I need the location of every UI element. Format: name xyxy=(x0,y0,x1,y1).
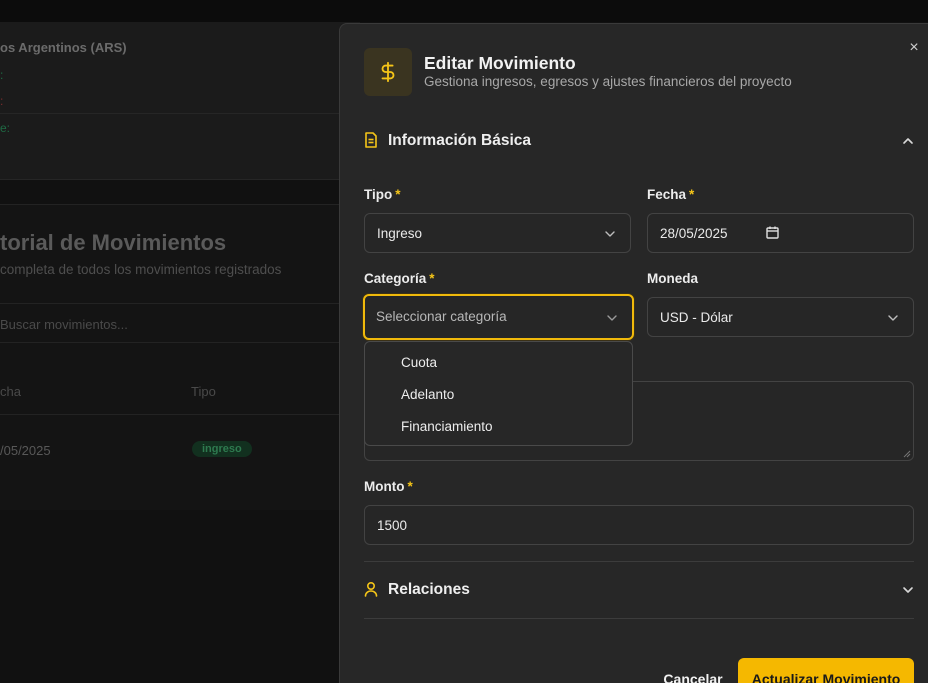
monto-label-text: Monto xyxy=(364,479,405,494)
chevron-up-icon xyxy=(902,134,914,146)
option-cuota[interactable]: Cuota xyxy=(401,355,437,370)
tipo-label: Tipo * xyxy=(364,187,401,202)
chevron-down-icon xyxy=(604,228,616,240)
dialog-subtitle: Gestiona ingresos, egresos y ajustes fin… xyxy=(424,74,792,89)
option-financiamiento[interactable]: Financiamiento xyxy=(401,419,493,434)
summary-label-2: : xyxy=(0,94,4,108)
required-mark: * xyxy=(689,187,695,202)
table-header-tipo: Tipo xyxy=(191,384,216,399)
history-title: torial de Movimientos xyxy=(0,230,227,255)
section-relaciones-header[interactable]: Relaciones xyxy=(364,578,914,602)
moneda-value: USD - Dólar xyxy=(660,310,733,325)
divider xyxy=(364,618,914,619)
chevron-down-icon xyxy=(902,583,914,595)
history-subtitle: completa de todos los movimientos regist… xyxy=(0,262,282,277)
summary-label-3: e: xyxy=(0,121,11,135)
search-input[interactable]: Buscar movimientos... xyxy=(0,303,360,343)
fecha-input[interactable]: 28/05/2025 xyxy=(647,213,914,253)
divider xyxy=(0,113,360,114)
table-header-fecha: cha xyxy=(0,384,21,399)
status-badge: ingreso xyxy=(192,441,252,457)
user-icon xyxy=(364,581,380,599)
section-basic-info-label: Información Básica xyxy=(388,132,531,149)
table-cell-fecha: /05/2025 xyxy=(0,443,51,458)
categoria-label: Categoría * xyxy=(364,271,435,286)
categoria-select[interactable]: Seleccionar categoría xyxy=(363,294,634,340)
categoria-label-text: Categoría xyxy=(364,271,427,286)
categoria-placeholder: Seleccionar categoría xyxy=(376,309,507,324)
moneda-label-text: Moneda xyxy=(647,271,699,286)
required-mark: * xyxy=(395,187,401,202)
currency-title: os Argentinos (ARS) xyxy=(0,40,127,55)
tipo-value: Ingreso xyxy=(377,226,423,241)
tipo-select[interactable]: Ingreso xyxy=(364,213,631,253)
search-placeholder: Buscar movimientos... xyxy=(0,317,128,332)
divider xyxy=(364,561,914,562)
moneda-label: Moneda xyxy=(647,271,698,286)
chevron-down-icon xyxy=(606,312,618,324)
calendar-icon[interactable] xyxy=(766,226,779,239)
monto-label: Monto * xyxy=(364,479,413,494)
cancel-button[interactable]: Cancelar xyxy=(648,668,738,683)
option-adelanto[interactable]: Adelanto xyxy=(401,387,454,402)
categoria-dropdown: Cuota Adelanto Financiamiento xyxy=(364,341,633,446)
dialog-title: Editar Movimiento xyxy=(424,53,576,73)
chevron-down-icon xyxy=(887,312,899,324)
monto-input[interactable]: 1500 xyxy=(364,505,914,545)
divider xyxy=(0,414,360,415)
required-mark: * xyxy=(429,271,435,286)
top-bar xyxy=(0,0,928,22)
section-relaciones-label: Relaciones xyxy=(388,581,470,598)
fecha-value: 28/05/2025 xyxy=(660,226,728,241)
section-basic-info-header[interactable]: Información Básica xyxy=(364,129,914,153)
moneda-select[interactable]: USD - Dólar xyxy=(647,297,914,337)
tipo-label-text: Tipo xyxy=(364,187,393,202)
monto-value: 1500 xyxy=(377,518,408,533)
summary-label-1: : xyxy=(0,68,4,82)
close-icon[interactable]: × xyxy=(906,40,922,56)
fecha-label: Fecha * xyxy=(647,187,694,202)
update-movement-button[interactable]: Actualizar Movimiento xyxy=(738,658,914,683)
required-mark: * xyxy=(407,479,413,494)
fecha-label-text: Fecha xyxy=(647,187,687,202)
edit-movement-dialog: × Editar Movimiento Gestiona ingresos, e… xyxy=(339,23,928,683)
document-icon xyxy=(364,132,380,150)
dollar-icon xyxy=(364,48,412,96)
